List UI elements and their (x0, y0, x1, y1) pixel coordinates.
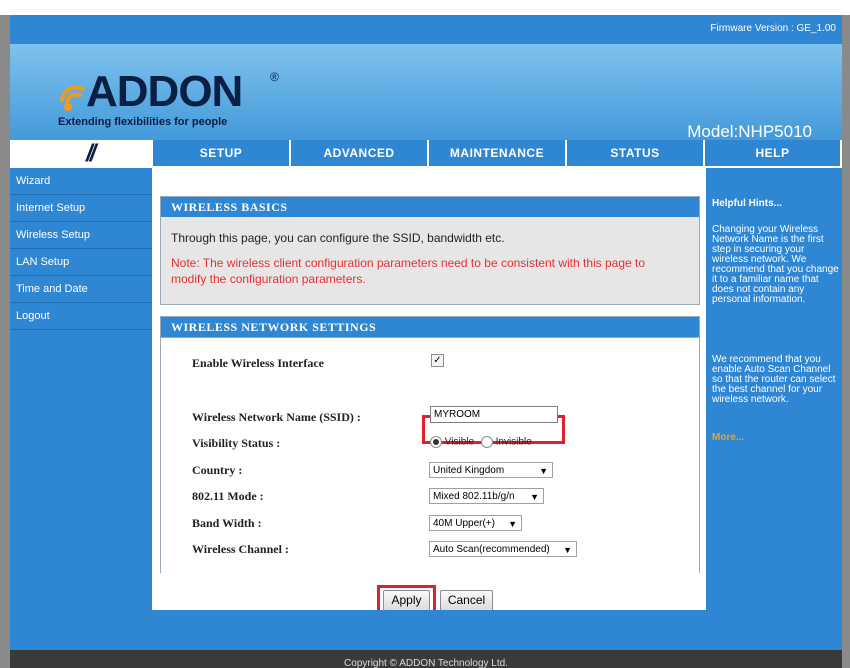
hints-title: Helpful Hints... (712, 198, 782, 209)
helpful-hints-panel: Helpful Hints... Changing your Wireless … (704, 168, 842, 610)
channel-value: Auto Scan(recommended) (433, 544, 550, 555)
wifi-logo-icon (60, 85, 86, 111)
visibility-visible-label: Visible (444, 436, 475, 448)
settings-form: Enable Wireless Interface ✓ Wireless Net… (161, 337, 699, 573)
enable-wireless-label: Enable Wireless Interface (192, 356, 324, 370)
slash-decoration: // (86, 140, 96, 167)
right-gutter (842, 15, 850, 668)
wireless-network-settings-title: WIRELESS NETWORK SETTINGS (161, 317, 699, 337)
footer-copyright: Copyright © ADDON Technology Ltd. (10, 650, 842, 668)
top-nav: // SETUP ADVANCED MAINTENANCE STATUS HEL… (10, 140, 842, 168)
country-label: Country : (192, 463, 243, 477)
mode-value: Mixed 802.11b/g/n (433, 491, 515, 502)
nav-decoration: // (10, 140, 152, 168)
bandwidth-label: Band Width : (192, 516, 262, 530)
firmware-version: Firmware Version : GE_1.00 (710, 23, 836, 34)
ssid-input[interactable]: MYROOM (430, 406, 558, 423)
mode-label: 802.11 Mode : (192, 489, 264, 503)
visibility-invisible-radio[interactable] (480, 436, 493, 448)
logo-brand: ADDON (86, 67, 243, 116)
wireless-basics-title: WIRELESS BASICS (161, 197, 699, 217)
dropdown-arrow-icon: ▼ (539, 466, 548, 476)
visibility-visible-radio[interactable] (430, 436, 442, 448)
wireless-basics-description: Through this page, you can configure the… (171, 231, 505, 245)
sidebar-item-logout[interactable]: Logout (10, 303, 152, 330)
country-select[interactable]: United Kingdom ▼ (429, 462, 553, 478)
router-frame: Firmware Version : GE_1.00 ADDON ® Exten… (10, 15, 842, 655)
dropdown-arrow-icon: ▼ (508, 519, 517, 529)
mode-select[interactable]: Mixed 802.11b/g/n ▼ (429, 488, 544, 504)
model-name: Model:NHP5010 (687, 122, 812, 141)
enable-wireless-checkbox[interactable]: ✓ (431, 354, 444, 367)
tab-advanced[interactable]: ADVANCED (291, 140, 427, 166)
cancel-button[interactable]: Cancel (440, 590, 493, 611)
channel-select[interactable]: Auto Scan(recommended) ▼ (429, 541, 577, 557)
sidebar-item-wizard[interactable]: Wizard (10, 168, 152, 195)
sidebar-item-internet-setup[interactable]: Internet Setup (10, 195, 152, 222)
hints-paragraph-1: Changing your Wireless Network Name is t… (712, 224, 839, 305)
hints-paragraph-2: We recommend that you enable Auto Scan C… (712, 354, 836, 405)
tab-help[interactable]: HELP (705, 140, 840, 166)
wireless-network-settings-panel: WIRELESS NETWORK SETTINGS Enable Wireles… (160, 316, 700, 573)
sidebar-item-time-and-date[interactable]: Time and Date (10, 276, 152, 303)
wireless-basics-panel: WIRELESS BASICS Through this page, you c… (160, 196, 700, 305)
bandwidth-value: 40M Upper(+) (433, 518, 495, 529)
tab-status[interactable]: STATUS (567, 140, 703, 166)
hints-more-link[interactable]: More... (712, 432, 744, 443)
bottom-bar (10, 610, 842, 655)
logo-tagline: Extending flexibilities for people (58, 116, 228, 128)
page: Firmware Version : GE_1.00 ADDON ® Exten… (0, 0, 850, 668)
visibility-label: Visibility Status : (192, 436, 281, 450)
country-value: United Kingdom (433, 465, 505, 476)
visibility-invisible-label: Invisible (495, 436, 532, 448)
left-gutter (0, 15, 10, 668)
channel-label: Wireless Channel : (192, 542, 289, 556)
logo-registered-mark: ® (270, 70, 279, 84)
dropdown-arrow-icon: ▼ (530, 492, 539, 502)
bandwidth-select[interactable]: 40M Upper(+) ▼ (429, 515, 522, 531)
ssid-label: Wireless Network Name (SSID) : (192, 410, 361, 424)
main-content: WIRELESS BASICS Through this page, you c… (152, 168, 704, 616)
dropdown-arrow-icon: ▼ (563, 545, 572, 555)
sidebar-item-lan-setup[interactable]: LAN Setup (10, 249, 152, 276)
sidebar-item-wireless-setup[interactable]: Wireless Setup (10, 222, 152, 249)
wireless-basics-note: Note: The wireless client configuration … (171, 256, 646, 286)
apply-button[interactable]: Apply (383, 590, 430, 611)
tab-setup[interactable]: SETUP (153, 140, 289, 166)
visibility-options: Visible Invisible (430, 436, 532, 448)
sidebar: Wizard Internet Setup Wireless Setup LAN… (10, 168, 152, 610)
header: ADDON ® Extending flexibilities for peop… (10, 44, 842, 148)
tab-maintenance[interactable]: MAINTENANCE (429, 140, 565, 166)
